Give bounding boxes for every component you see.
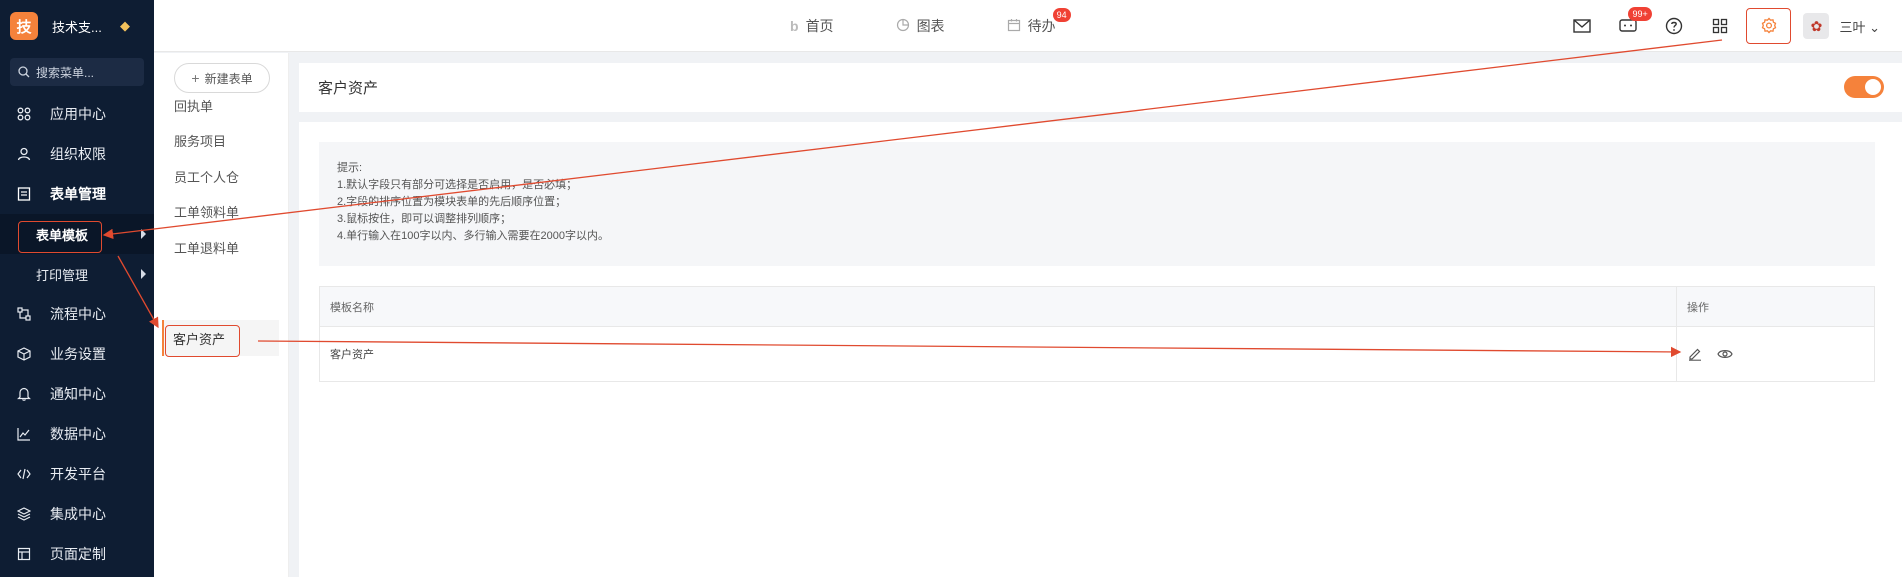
sidebar-item-label: 组织权限 (50, 146, 106, 162)
page-icon (16, 546, 32, 562)
main-content: 提示: 1.默认字段只有部分可选择是否启用，是否必填； 2.字段的排序位置为模块… (299, 122, 1902, 577)
nav-todo-label: 待办 (1027, 18, 1056, 34)
page-title: 客户资产 (318, 80, 379, 97)
page-header: 客户资产 (299, 63, 1902, 112)
sidebar-item-integration-center[interactable]: 集成中心 (0, 494, 154, 534)
tip-line: 提示: (337, 162, 363, 174)
todo-badge: 94 (1052, 8, 1071, 22)
chevron-down-icon: ⌄ (1865, 19, 1880, 35)
tip-line: 2.字段的排序位置为模块表单的先后顺序位置； (337, 196, 567, 208)
user-menu[interactable]: 三叶 ⌄ (1839, 17, 1880, 36)
form-icon (16, 186, 32, 202)
menu-search-input[interactable]: 搜索菜单... (10, 58, 144, 86)
form-item-material-requisition[interactable]: 工单领料单 (174, 202, 239, 221)
form-item-service[interactable]: 服务项目 (174, 131, 226, 150)
sidebar-item-label: 流程中心 (50, 306, 106, 322)
chat-badge: 99+ (1628, 7, 1652, 21)
sidebar-item-org-permissions[interactable]: 组织权限 (0, 134, 154, 174)
search-placeholder: 搜索菜单... (36, 65, 95, 80)
sidebar-item-process-center[interactable]: 流程中心 (0, 294, 154, 334)
annotation-box-form-templates (18, 221, 102, 253)
sidebar-item-app-center[interactable]: 应用中心 (0, 94, 154, 134)
sidebar-item-label: 数据中心 (50, 426, 106, 442)
brand-name: 技术支... (52, 19, 102, 35)
template-table: 模板名称 操作 客户资产 (319, 286, 1875, 382)
cell-template-name: 客户资产 (320, 327, 1677, 381)
sidebar-item-label: 打印管理 (36, 267, 89, 283)
sidebar-menu: 应用中心 组织权限 表单管理 表单模板 打印管理 流程中心 业务设置 通知中心 (0, 94, 154, 574)
top-nav: b 首页 图表 待办 94 (790, 0, 1118, 52)
brand[interactable]: 技 技术支... ◆ (0, 0, 154, 52)
chat-icon[interactable]: 99+ (1618, 7, 1652, 36)
cell-actions (1677, 327, 1874, 381)
user-icon (16, 146, 32, 162)
eye-icon[interactable] (1717, 346, 1733, 362)
plus-icon: + (191, 70, 200, 86)
mail-icon[interactable] (1572, 16, 1592, 36)
form-item-staff-warehouse[interactable]: 员工个人仓 (174, 167, 239, 186)
sidebar-item-label: 应用中心 (50, 106, 106, 122)
cube-icon (16, 346, 32, 362)
new-form-button[interactable]: + 新建表单 (174, 63, 270, 93)
apps-icon (16, 106, 32, 122)
sidebar-item-page-customization[interactable]: 页面定制 (0, 534, 154, 574)
nav-home[interactable]: b 首页 (790, 16, 834, 36)
col-template-name: 模板名称 (320, 287, 1677, 326)
grid-icon[interactable] (1710, 16, 1730, 36)
col-action: 操作 (1687, 301, 1709, 314)
code-icon (16, 466, 32, 482)
form-item-material-return[interactable]: 工单退料单 (174, 238, 239, 257)
sidebar-item-label: 页面定制 (50, 546, 106, 562)
table-row[interactable]: 客户资产 (320, 327, 1874, 381)
bell-icon (16, 386, 32, 402)
settings-button[interactable] (1746, 8, 1792, 44)
help-icon[interactable] (1664, 16, 1684, 36)
nav-charts[interactable]: 图表 (896, 16, 945, 36)
form-item-receipt[interactable]: 回执单 (174, 96, 213, 115)
new-form-label: 新建表单 (204, 71, 253, 86)
caret-right-icon (141, 269, 146, 279)
sidebar-item-label: 表单管理 (50, 186, 106, 202)
top-bar: b 首页 图表 待办 94 99+ ✿ 三叶 ⌄ (154, 0, 1902, 52)
table-header-row: 模板名称 操作 (320, 287, 1874, 327)
form-list-panel: + 新建表单 回执单 服务项目 员工个人仓 工单领料单 工单退料单 客户资产 (154, 53, 289, 577)
chart-line-icon (16, 426, 32, 442)
search-icon (18, 66, 30, 78)
calendar-icon (1007, 18, 1021, 35)
pie-chart-icon (896, 18, 910, 35)
annotation-box-customer-assets (165, 325, 240, 357)
tip-line: 1.默认字段只有部分可选择是否启用，是否必填； (337, 179, 578, 191)
caret-right-icon (141, 229, 146, 239)
diamond-icon: ◆ (120, 18, 130, 33)
brand-logo: 技 (10, 12, 38, 40)
sidebar-item-print-management[interactable]: 打印管理 (0, 254, 154, 294)
tip-line: 3.鼠标按住，即可以调整排列顺序； (337, 213, 512, 225)
nav-todo[interactable]: 待办 94 (1007, 8, 1071, 36)
gear-icon (1761, 17, 1777, 34)
nav-home-label: 首页 (805, 18, 834, 34)
nav-charts-label: 图表 (916, 18, 945, 34)
sidebar-item-data-center[interactable]: 数据中心 (0, 414, 154, 454)
sidebar: 技 技术支... ◆ 搜索菜单... 应用中心 组织权限 表单管理 表单模板 打… (0, 0, 154, 577)
sidebar-item-label: 通知中心 (50, 386, 106, 402)
top-actions: 99+ ✿ 三叶 ⌄ (1572, 0, 1902, 52)
sidebar-item-notification-center[interactable]: 通知中心 (0, 374, 154, 414)
tip-line: 4.单行输入在100字以内、多行输入需要在2000字以内。 (337, 230, 609, 242)
home-b-icon: b (790, 18, 799, 34)
sidebar-item-label: 开发平台 (50, 466, 106, 482)
sidebar-item-label: 集成中心 (50, 506, 106, 522)
sidebar-item-form-management[interactable]: 表单管理 (0, 174, 154, 214)
sidebar-item-label: 业务设置 (50, 346, 106, 362)
enable-toggle[interactable] (1844, 76, 1884, 98)
sidebar-item-business-settings[interactable]: 业务设置 (0, 334, 154, 374)
sidebar-item-dev-platform[interactable]: 开发平台 (0, 454, 154, 494)
user-name: 三叶 (1839, 19, 1866, 35)
tips-box: 提示: 1.默认字段只有部分可选择是否启用，是否必填； 2.字段的排序位置为模块… (319, 142, 1875, 266)
layers-icon (16, 506, 32, 522)
flow-icon (16, 306, 32, 322)
edit-icon[interactable] (1687, 346, 1703, 362)
avatar[interactable]: ✿ (1803, 13, 1830, 39)
